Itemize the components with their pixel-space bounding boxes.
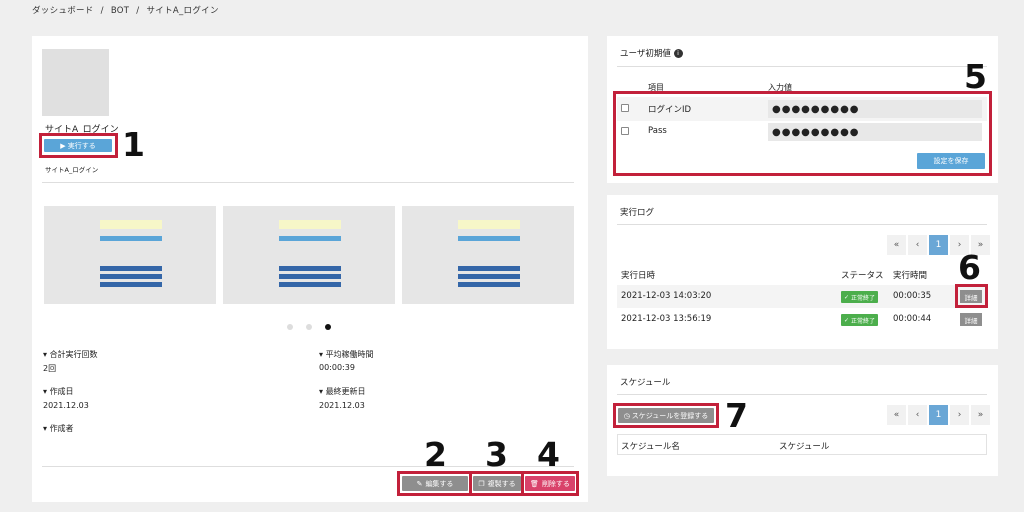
prev-page-button[interactable]: ‹ — [908, 235, 927, 255]
annotation-number-4: 4 — [537, 435, 560, 474]
row-time: 00:00:44 — [893, 314, 932, 324]
first-page-button[interactable]: « — [887, 235, 906, 255]
status-badge: ✓ 正常終了 — [841, 291, 879, 303]
annotation-box-6 — [955, 284, 988, 308]
detail-button[interactable]: 詳細 — [960, 313, 982, 326]
col-schedule-name: スケジュール名 — [621, 442, 680, 452]
exec-log-card — [607, 195, 998, 349]
annotation-number-2: 2 — [424, 435, 447, 474]
check-icon: ✓ — [844, 293, 850, 301]
divider — [617, 224, 987, 225]
breadcrumb-separator: / — [100, 6, 104, 16]
total-runs-label: ▾ 合計実行回数 — [43, 350, 98, 359]
page-number-button[interactable]: 1 — [929, 235, 948, 255]
page-number-button[interactable]: 1 — [929, 405, 948, 425]
updated-value: 2021.12.03 — [319, 401, 365, 410]
schedule-title: スケジュール — [620, 378, 671, 388]
annotation-box-4 — [521, 471, 579, 496]
annotation-number-3: 3 — [485, 435, 508, 474]
breadcrumb: ダッシュボード / BOT / サイトA_ログイン — [32, 4, 223, 16]
annotation-number-6: 6 — [958, 248, 981, 287]
carousel-slide[interactable] — [402, 206, 574, 304]
total-runs-value: 2回 — [43, 364, 57, 373]
col-status: ステータス — [841, 271, 884, 281]
row-date: 2021-12-03 13:56:19 — [621, 314, 712, 324]
author-label: ▾ 作成者 — [43, 424, 74, 433]
col-date: 実行日時 — [621, 271, 656, 281]
created-label: ▾ 作成日 — [43, 387, 74, 396]
breadcrumb-bot[interactable]: BOT — [111, 6, 129, 16]
avg-time-value: 00:00:39 — [319, 363, 355, 372]
info-icon: i — [673, 49, 683, 58]
schedule-pagination: « ‹ 1 › » — [887, 405, 990, 425]
carousel-slide[interactable] — [223, 206, 395, 304]
row-date: 2021-12-03 14:03:20 — [621, 291, 712, 301]
annotation-number-7: 7 — [725, 396, 748, 435]
row-time: 00:00:35 — [893, 291, 932, 301]
breadcrumb-separator: / — [136, 6, 140, 16]
annotation-box-2 — [397, 471, 472, 496]
annotation-number-1: 1 — [122, 125, 145, 164]
carousel-dot[interactable] — [306, 324, 312, 330]
next-page-button[interactable]: › — [950, 405, 969, 425]
annotation-box-3 — [469, 471, 524, 496]
divider — [42, 182, 574, 183]
first-page-button[interactable]: « — [887, 405, 906, 425]
col-schedule: スケジュール — [779, 442, 830, 452]
bot-thumbnail — [42, 49, 109, 116]
created-value: 2021.12.03 — [43, 401, 89, 410]
last-page-button[interactable]: » — [971, 405, 990, 425]
carousel-dot[interactable] — [287, 324, 293, 330]
status-badge: ✓ 正常終了 — [841, 314, 879, 326]
carousel-slide[interactable] — [44, 206, 216, 304]
col-time: 実行時間 — [893, 271, 928, 281]
carousel-dot-active[interactable] — [325, 324, 331, 330]
bot-caption: サイトA_ログイン — [45, 166, 99, 174]
check-icon: ✓ — [844, 316, 850, 324]
annotation-box-5 — [613, 91, 992, 176]
breadcrumb-dashboard[interactable]: ダッシュボード — [32, 6, 94, 16]
avg-time-label: ▾ 平均稼働時間 — [319, 350, 374, 359]
breadcrumb-current: サイトA_ログイン — [146, 6, 219, 16]
annotation-box-1 — [39, 133, 118, 158]
updated-label: ▾ 最終更新日 — [319, 387, 366, 396]
divider — [617, 66, 987, 67]
user-defaults-title: ユーザ初期値 i — [620, 47, 683, 59]
annotation-number-5: 5 — [964, 57, 987, 96]
exec-log-title: 実行ログ — [620, 208, 655, 218]
prev-page-button[interactable]: ‹ — [908, 405, 927, 425]
annotation-box-7 — [613, 403, 719, 428]
divider — [617, 394, 987, 395]
